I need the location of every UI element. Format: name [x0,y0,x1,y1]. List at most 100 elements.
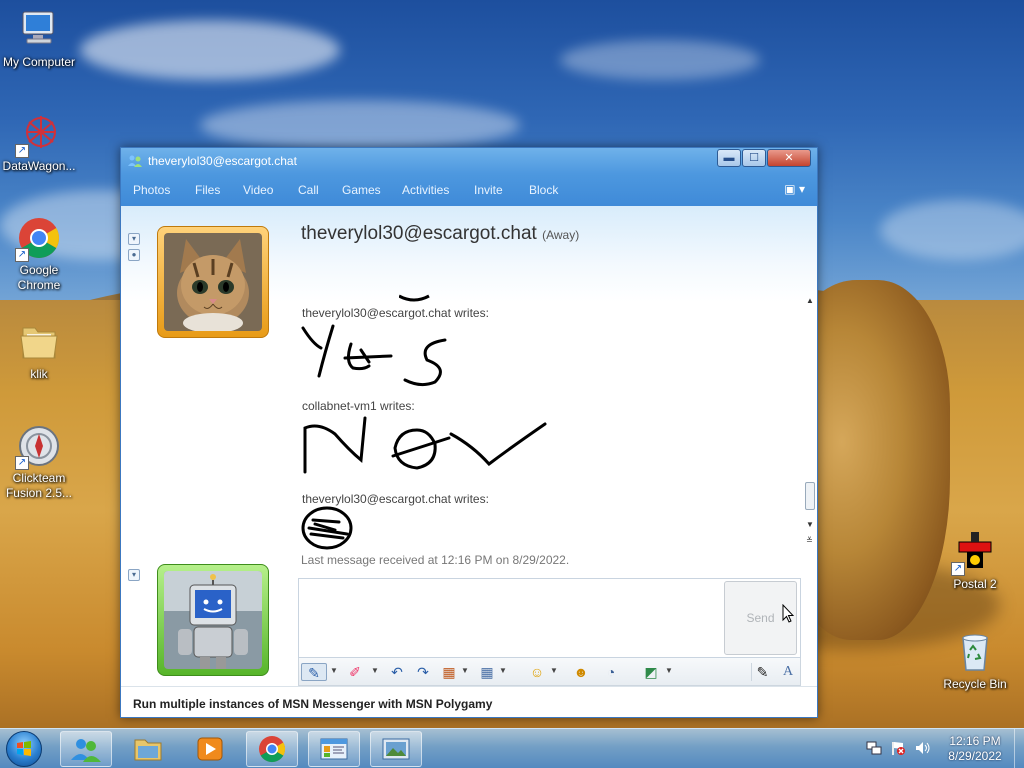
message-writer: theverylol30@escargot.chat writes: [302,492,489,506]
activities-icon[interactable]: ◩ [641,663,661,681]
user-avatar[interactable] [157,564,269,676]
wink-icon[interactable]: ☻ [569,663,593,681]
mouse-cursor-icon [782,604,794,623]
taskbar-windows-explorer[interactable] [122,731,174,767]
desktop-icon-klik[interactable]: klik [0,320,78,382]
last-message-info: Last message received at 12:16 PM on 8/2… [301,553,570,567]
grid-icon[interactable]: ▦ [477,663,497,681]
scroll-up-icon[interactable]: ▲ [806,296,814,305]
show-desktop-button[interactable] [1014,729,1024,768]
shortcut-arrow-icon: ↗ [15,248,29,262]
title-bar[interactable]: theverylol30@escargot.chat ▬ ☐ ✕ [121,148,817,174]
windows-logo-icon [17,741,31,756]
taskbar-msn-messenger[interactable] [60,731,112,767]
shortcut-arrow-icon: ↗ [15,144,29,158]
minimize-button[interactable]: ▬ [717,149,741,167]
redo-icon[interactable]: ↷ [413,663,433,681]
chevron-down-icon[interactable]: ▼ [665,666,673,675]
system-clock[interactable]: 12:16 PM 8/29/2022 [940,734,1010,764]
eraser-icon[interactable]: ✐ [345,663,365,681]
desktop-icon-label: klik [30,367,48,381]
emoticon-icon[interactable]: ☺ [527,663,547,681]
ink-message-yes [301,324,447,387]
messenger-conversation-window[interactable]: theverylol30@escargot.chat ▬ ☐ ✕ Photos … [120,147,818,718]
desktop-icon-postal-2[interactable]: ↗ Postal 2 [936,530,1014,592]
ink-message-face [301,506,353,550]
desktop-icon-label: Postal 2 [953,577,997,591]
color-grid-icon[interactable]: ▦ [439,663,459,681]
desktop-icon-clickteam-fusion[interactable]: ↗ Clickteam Fusion 2.5... [0,424,78,501]
taskbar-photo-viewer[interactable] [370,731,422,767]
scroll-thumb[interactable] [805,482,815,510]
clock-date: 8/29/2022 [948,749,1002,763]
msn-buddy-icon [128,154,142,168]
taskbar-google-chrome[interactable] [246,731,298,767]
close-button[interactable]: ✕ [767,149,811,167]
ad-text[interactable]: Run multiple instances of MSN Messenger … [133,697,492,711]
message-writer: collabnet-vm1 writes: [302,399,415,413]
history-scrollbar[interactable]: ▲ ▼ ≚ [804,296,816,546]
collapse-arrow-icon[interactable]: ▾ [128,233,140,245]
menu-photos[interactable]: Photos [133,183,170,197]
desktop-icon-datawagon[interactable]: ↗ DataWagon... [0,112,78,174]
folder-icon [134,739,162,761]
chevron-down-icon[interactable]: ▼ [499,666,507,675]
contact-card-icon[interactable]: ● [128,249,140,261]
menu-invite[interactable]: Invite [474,183,503,197]
chevron-down-icon[interactable]: ▼ [550,666,558,675]
show-menu-icon[interactable]: ▣ ▾ [784,182,805,196]
action-menu-bar: Photos Files Video Call Games Activities… [121,174,817,206]
menu-activities[interactable]: Activities [402,183,449,197]
shortcut-arrow-icon: ↗ [951,562,965,576]
text-mode-icon[interactable]: A [777,663,799,681]
undo-icon[interactable]: ↶ [387,663,407,681]
message-history: theverylol30@escargot.chat writes: colla… [299,288,799,568]
desktop-icon-recycle-bin[interactable]: Recycle Bin [936,630,1014,692]
postal-2-icon: ↗ [951,530,997,576]
computer-icon [17,8,61,52]
taskbar-media-player[interactable] [184,731,236,767]
desktop-icon-label: Clickteam Fusion 2.5... [5,471,73,500]
scroll-down-icon[interactable]: ▼ [806,520,814,529]
photo-viewer-icon [382,738,410,760]
ink-fragment [399,294,430,302]
ink-message-now [303,416,547,474]
handwriting-icon[interactable]: ✎ [751,663,773,681]
desktop-icon-label: Google Chrome [17,263,61,292]
desktop-icon-google-chrome[interactable]: ↗ Google Chrome [0,216,78,293]
taskbar-messenger-window[interactable] [308,731,360,767]
clickteam-fusion-icon: ↗ [15,424,61,470]
maximize-button[interactable]: ☐ [742,149,766,167]
desktop-icon-my-computer[interactable]: My Computer [0,8,78,70]
volume-icon[interactable] [914,740,932,768]
chevron-down-icon[interactable]: ▼ [461,666,469,675]
contact-avatar[interactable] [157,226,269,338]
menu-video[interactable]: Video [243,183,273,197]
chevron-down-icon[interactable]: ▼ [371,666,379,675]
kitten-picture [164,233,262,331]
menu-block[interactable]: Block [529,183,558,197]
clock-time: 12:16 PM [949,734,1001,748]
menu-games[interactable]: Games [342,183,381,197]
nudge-icon[interactable]: ◔ [601,663,621,681]
robot-picture [164,571,262,669]
contact-status: (Away) [542,228,580,242]
scroll-end-icon[interactable]: ≚ [806,536,813,545]
media-player-icon [197,737,223,761]
desktop-icon-label: DataWagon... [2,159,76,173]
chrome-icon: ↗ [15,216,61,262]
ad-banner[interactable]: Run multiple instances of MSN Messenger … [121,686,817,717]
menu-call[interactable]: Call [298,183,319,197]
pen-tool-icon[interactable]: ✎ [301,663,327,681]
chevron-down-icon[interactable]: ▼ [330,666,338,675]
collapse-arrow-icon[interactable]: ▾ [128,569,140,581]
shortcut-arrow-icon: ↗ [15,456,29,470]
contact-name: theverylol30@escargot.chat [301,223,537,244]
desktop-icon-label: Recycle Bin [943,677,1007,691]
start-button[interactable] [6,731,42,767]
action-center-flag-icon[interactable] [890,740,906,768]
menu-files[interactable]: Files [195,183,220,197]
chrome-icon [259,736,286,763]
datawagon-icon: ↗ [15,112,61,158]
network-icon[interactable] [866,740,882,768]
